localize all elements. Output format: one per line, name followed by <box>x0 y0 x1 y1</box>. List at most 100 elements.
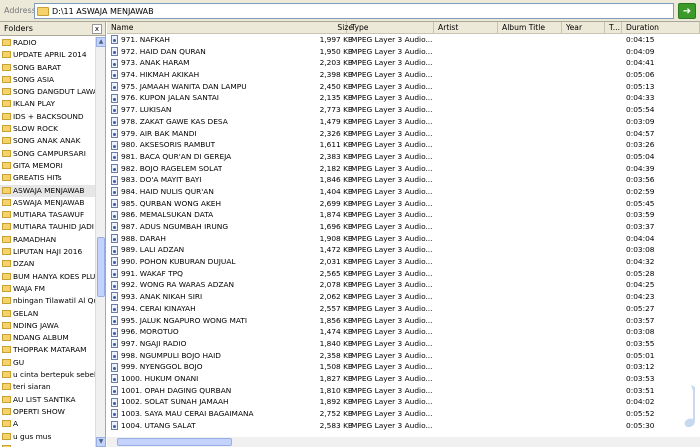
column-artist[interactable]: Artist <box>434 22 498 34</box>
file-row[interactable]: 984. HAID NULIS QUR'AN 1,404 KB MPEG Layer… <box>107 186 700 198</box>
file-row[interactable]: 973. ANAK HARAM 2,203 KB MPEG Layer 3 Audi… <box>107 57 700 69</box>
folder-tree-item[interactable]: AU LIST SANTIKA <box>0 394 96 406</box>
folders-scrollbar[interactable]: ▲ ▼ <box>95 37 105 447</box>
file-row[interactable]: 993. ANAK NIKAH SIRI 2,062 KB MPEG Layer 3… <box>107 291 700 303</box>
address-input[interactable]: D:\11 ASWAJA MENJAWAB <box>34 3 674 19</box>
file-row[interactable]: 974. HIKMAH AKIKAH 2,398 KB MPEG Layer 3 A… <box>107 69 700 81</box>
folder-tree-item[interactable]: WAJA FM <box>0 283 96 295</box>
column-type[interactable]: Type <box>347 22 434 34</box>
file-list: Name Type Artist Album Title Year T... D… <box>107 22 700 447</box>
file-row[interactable]: 978. ZAKAT GAWE KAS DESA 1,479 KB MPEG Lay… <box>107 116 700 128</box>
folder-tree-item[interactable]: egea <box>0 443 96 447</box>
file-row[interactable]: 994. CERAI KINAYAH 2,557 KB MPEG Layer 3 A… <box>107 303 700 315</box>
folder-tree-item[interactable]: IDS + BACKSOUND <box>0 111 96 123</box>
folder-tree-item[interactable]: BUM HANYA KOES PLUS <box>0 271 96 283</box>
go-arrow-icon[interactable]: ➜ <box>678 3 696 19</box>
folder-tree-item[interactable]: SONG BARAT <box>0 62 96 74</box>
track-cell <box>605 420 622 432</box>
file-row[interactable]: 996. MOROTUO 1,474 KB MPEG Layer 3 Audio..… <box>107 326 700 338</box>
scroll-up-icon[interactable]: ▲ <box>96 37 105 47</box>
file-row[interactable]: 998. NGUMPULI BOJO HAID 2,358 KB MPEG Laye… <box>107 350 700 362</box>
folder-icon <box>2 309 11 317</box>
folder-tree-item[interactable]: A <box>0 418 96 430</box>
folder-tree-item[interactable]: SONG ASIA <box>0 74 96 86</box>
folder-tree-item[interactable]: ASWAJA MENJAWAB <box>0 197 96 209</box>
file-row[interactable]: 981. BACA QUR'AN DI GEREJA 2,383 KB MPEG L… <box>107 151 700 163</box>
folder-tree-item[interactable]: SONG CAMPURSARI <box>0 148 96 160</box>
folder-icon <box>2 75 11 83</box>
file-row[interactable]: 1000. HUKUM ONANI 1,827 KB MPEG Layer 3 Au… <box>107 373 700 385</box>
audio-file-icon <box>111 128 118 138</box>
folder-tree-item[interactable]: teri siaran <box>0 381 96 393</box>
folder-tree-item[interactable]: SLOW ROCK <box>0 123 96 135</box>
scroll-thumb[interactable] <box>97 237 105 297</box>
folder-tree-item[interactable]: GITA MEMORI <box>0 160 96 172</box>
column-track[interactable]: T... <box>605 22 622 34</box>
folder-label: WAJA FM <box>13 283 46 293</box>
folder-tree-item[interactable]: GELAN <box>0 308 96 320</box>
folder-tree-item[interactable]: UPDATE APRIL 2014 <box>0 49 96 61</box>
column-size[interactable]: Size <box>307 22 355 34</box>
folder-tree-item[interactable]: nbingan Tilawatil Al Qur'an <box>0 295 96 307</box>
file-row[interactable]: 988. DARAH 1,908 KB MPEG Layer 3 Audio... 0… <box>107 233 700 245</box>
file-row[interactable]: 991. WAKAF TPQ 2,565 KB MPEG Layer 3 Audio… <box>107 268 700 280</box>
folder-tree-item[interactable]: GREATIS HITs <box>0 172 96 184</box>
file-row[interactable]: 975. JAMAAH WANITA DAN LAMPU 2,450 KB MPEG… <box>107 81 700 93</box>
file-row[interactable]: 995. JALUK NGAPURO WONG MATI 1,856 KB MPEG… <box>107 315 700 327</box>
folder-tree-item[interactable]: IKLAN PLAY <box>0 98 96 110</box>
column-album[interactable]: Album Title <box>498 22 562 34</box>
file-size: 2,699 KB <box>319 198 353 208</box>
folder-icon <box>2 161 11 169</box>
folder-tree-item[interactable]: LIPUTAN HAJI 2016 <box>0 246 96 258</box>
folder-tree-item[interactable]: u cinta bertepuk sebelah tan <box>0 369 96 381</box>
horizontal-scroll-thumb[interactable] <box>117 438 232 446</box>
file-row[interactable]: 985. QURBAN WONG AKEH 2,699 KB MPEG Layer … <box>107 198 700 210</box>
file-row[interactable]: 997. NGAJI RADIO 1,840 KB MPEG Layer 3 Aud… <box>107 338 700 350</box>
file-row[interactable]: 989. LALI ADZAN 1,472 KB MPEG Layer 3 Audi… <box>107 244 700 256</box>
folder-tree-item[interactable]: u gus mus <box>0 431 96 443</box>
folder-tree-item[interactable]: ASWAJA MENJAWAB <box>0 184 96 197</box>
folder-label: teri siaran <box>13 382 51 392</box>
folder-tree-item[interactable]: RAMADHAN <box>0 234 96 246</box>
file-row[interactable]: 990. POHON KUBURAN DUJUAL 2,031 KB MPEG La… <box>107 256 700 268</box>
close-icon[interactable]: x <box>92 24 102 34</box>
folder-tree-item[interactable]: MUTIARA TASAWUF <box>0 209 96 221</box>
file-row[interactable]: 983. DO'A MAYIT BAYI 1,846 KB MPEG Layer 3… <box>107 174 700 186</box>
file-row[interactable]: 987. ADUS NGUMBAH IRUNG 1,696 KB MPEG Laye… <box>107 221 700 233</box>
folder-tree-item[interactable]: SONG DANGDUT LAWAS <box>0 86 96 98</box>
folder-tree-item[interactable]: GU <box>0 357 96 369</box>
file-row[interactable]: 977. LUKISAN 2,773 KB MPEG Layer 3 Audio..… <box>107 104 700 116</box>
folder-tree-item[interactable]: OPERTI SHOW <box>0 406 96 418</box>
file-row[interactable]: 971. NAFKAH 1,997 KB MPEG Layer 3 Audio...… <box>107 34 700 46</box>
file-row[interactable]: 992. WONG RA WARAS ADZAN 2,078 KB MPEG Lay… <box>107 279 700 291</box>
file-row[interactable]: 979. AIR BAK MANDI 2,326 KB MPEG Layer 3 A… <box>107 128 700 140</box>
folders-header: Folders x <box>0 22 105 36</box>
file-row[interactable]: 1001. OPAH DAGING QURBAN 1,810 KB MPEG Lay… <box>107 385 700 397</box>
horizontal-scrollbar[interactable] <box>107 437 700 447</box>
scroll-down-icon[interactable]: ▼ <box>96 437 105 447</box>
file-type: MPEG Layer 3 Audio... <box>351 373 433 383</box>
file-row[interactable]: 1004. UTANG SALAT 2,583 KB MPEG Layer 3 Au… <box>107 420 700 432</box>
file-size: 2,135 KB <box>319 93 353 103</box>
file-duration: 0:04:25 <box>626 280 655 290</box>
folder-tree-item[interactable]: NDANG ALBUM <box>0 332 96 344</box>
file-row[interactable]: 980. AKSESORIS RAMBUT 1,611 KB MPEG Layer … <box>107 139 700 151</box>
folder-tree-item[interactable]: SONG ANAK ANAK <box>0 135 96 147</box>
file-name: 1000. HUKUM ONANI <box>121 373 199 383</box>
file-row[interactable]: 986. MEMALSUKAN DATA 1,874 KB MPEG Layer 3… <box>107 209 700 221</box>
folder-tree-item[interactable]: RADIO <box>0 37 96 49</box>
file-row[interactable]: 999. NYENGGOL BOJO 1,508 KB MPEG Layer 3 A… <box>107 361 700 373</box>
file-name: 980. AKSESORIS RAMBUT <box>121 140 216 150</box>
file-row[interactable]: 972. HAID DAN QURAN 1,950 KB MPEG Layer 3 … <box>107 46 700 58</box>
file-row[interactable]: 982. BOJO RAGELEM SOLAT 2,182 KB MPEG Laye… <box>107 163 700 175</box>
column-year[interactable]: Year <box>562 22 605 34</box>
file-row[interactable]: 1003. SAYA MAU CERAI BAGAIMANA 2,752 KB MP… <box>107 408 700 420</box>
file-type: MPEG Layer 3 Audio... <box>351 116 433 126</box>
folder-tree-item[interactable]: DZAN <box>0 258 96 270</box>
file-row[interactable]: 976. KUPON JALAN SANTAI 2,135 KB MPEG Laye… <box>107 92 700 104</box>
file-row[interactable]: 1002. SOLAT SUNAH JAMAAH 1,892 KB MPEG Lay… <box>107 396 700 408</box>
column-duration[interactable]: Duration <box>622 22 700 34</box>
folder-tree-item[interactable]: MUTIARA TAUHID JADI <box>0 221 96 233</box>
folder-tree-item[interactable]: THOPRAK MATARAM <box>0 344 96 356</box>
folder-tree-item[interactable]: NDING JAWA <box>0 320 96 332</box>
